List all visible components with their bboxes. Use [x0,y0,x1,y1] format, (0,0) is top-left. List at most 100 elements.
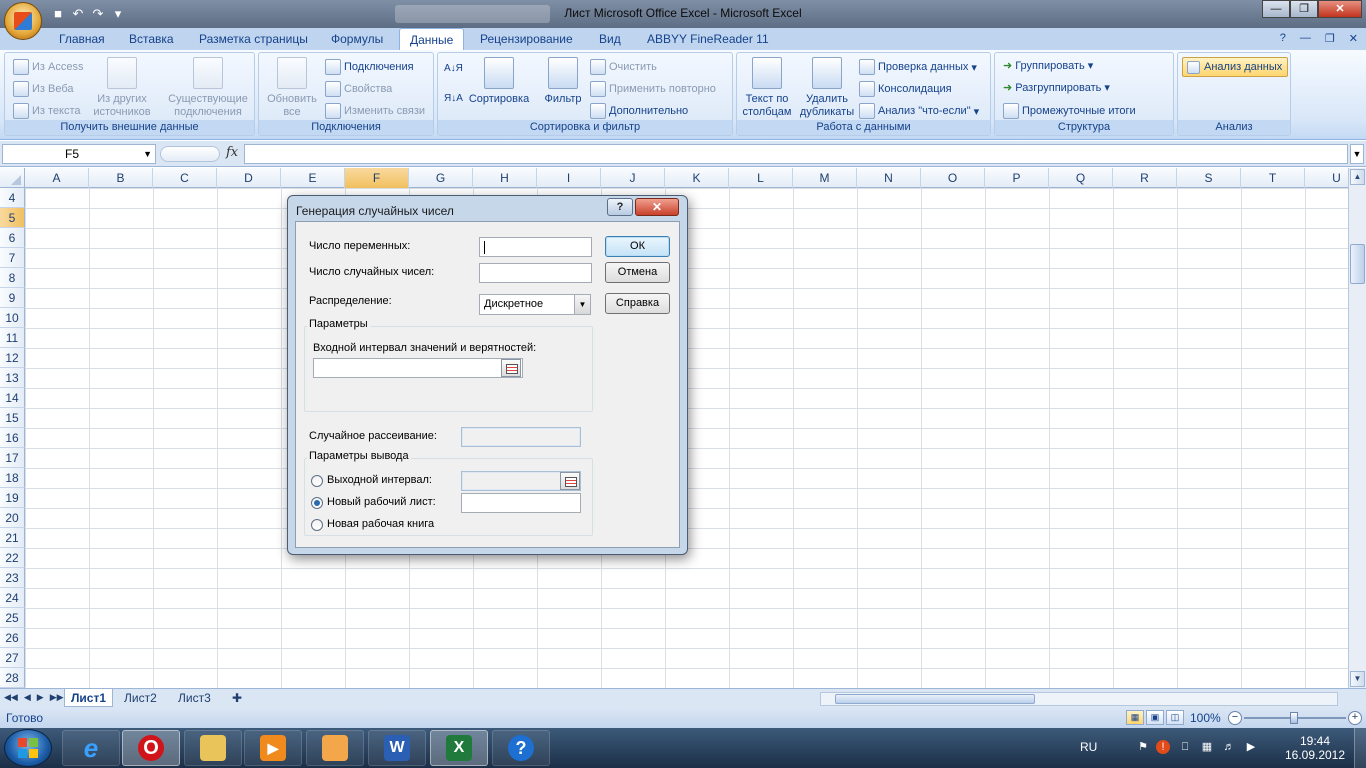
zoom-in-icon[interactable]: + [1348,711,1362,725]
row-header[interactable]: 26 [0,628,25,648]
ribbon-restore-icon[interactable]: ❐ [1325,32,1335,45]
column-header[interactable]: N [857,168,921,188]
tab-abbyy[interactable]: ABBYY FineReader 11 [647,32,769,46]
filter-button[interactable]: Фильтр [538,57,588,106]
from-access-button[interactable]: Из Access [13,59,83,75]
tab-view[interactable]: Вид [599,32,621,46]
office-button[interactable] [4,2,42,40]
zoom-slider[interactable]: − + [1228,711,1362,725]
sort-az-icon[interactable]: А↓Я [444,63,463,74]
prev-sheet-icon[interactable]: ◀ [24,692,31,703]
page-layout-view-icon[interactable]: ▣ [1146,710,1164,725]
sort-za-icon[interactable]: Я↓А [444,93,463,104]
vertical-scrollbar[interactable]: ▲ ▼ [1348,168,1366,688]
show-desktop-button[interactable] [1354,728,1366,768]
formula-input[interactable] [244,144,1348,164]
zoom-out-icon[interactable]: − [1228,711,1242,725]
row-header[interactable]: 11 [0,328,25,348]
select-all-corner[interactable] [0,168,25,188]
row-header[interactable]: 7 [0,248,25,268]
zoom-level[interactable]: 100% [1190,711,1221,725]
what-if-button[interactable]: Анализ "что-если" ▾ [859,103,979,119]
tab-formulas[interactable]: Формулы [331,32,383,46]
refresh-all-button[interactable]: Обновить все [261,57,323,119]
subtotal-button[interactable]: Промежуточные итоги [1003,103,1136,119]
row-header[interactable]: 12 [0,348,25,368]
tab-review[interactable]: Рецензирование [480,32,573,46]
new-book-radio[interactable] [311,519,323,531]
column-header[interactable]: J [601,168,665,188]
ribbon-close-icon[interactable]: ✕ [1349,32,1358,45]
alert-icon[interactable]: ! [1156,740,1170,754]
from-web-button[interactable]: Из Веба [13,81,74,97]
horizontal-scrollbar[interactable] [820,692,1338,706]
data-analysis-button[interactable]: Анализ данных [1182,57,1288,77]
flag-icon[interactable]: ⚑ [1136,740,1150,754]
help-button[interactable]: Справка [605,293,670,314]
taskbar-ie[interactable]: e [62,730,120,766]
row-header[interactable]: 13 [0,368,25,388]
tab-insert[interactable]: Вставка [129,32,174,46]
row-header[interactable]: 22 [0,548,25,568]
row-header[interactable]: 25 [0,608,25,628]
connections-button[interactable]: Подключения [325,59,414,75]
seed-input[interactable] [461,427,581,447]
row-header[interactable]: 6 [0,228,25,248]
ungroup-button[interactable]: ➜ Разгруппировать ▾ [1003,81,1110,95]
row-header[interactable]: 16 [0,428,25,448]
column-header[interactable]: U [1305,168,1348,188]
column-header[interactable]: E [281,168,345,188]
column-header[interactable]: A [25,168,89,188]
clear-filter-button[interactable]: Очистить [590,59,657,75]
from-other-sources-button[interactable]: Из других источников [89,57,155,119]
tab-data[interactable]: Данные [399,28,465,51]
properties-button[interactable]: Свойства [325,81,392,97]
consolidate-button[interactable]: Консолидация [859,81,952,97]
group-button[interactable]: ➜ Группировать ▾ [1003,59,1093,73]
tab-page-layout[interactable]: Разметка страницы [199,32,308,46]
ribbon-minimize-icon[interactable]: — [1300,32,1311,45]
num-random-input[interactable] [479,263,592,283]
start-button[interactable] [4,729,52,767]
volume-icon[interactable]: ♬ [1222,740,1236,754]
scroll-down-icon[interactable]: ▼ [1350,671,1365,687]
normal-view-icon[interactable]: ▦ [1126,710,1144,725]
show-hidden-icons-icon[interactable]: ▶ [1244,740,1258,754]
insert-function-icon[interactable]: fx [226,145,238,160]
restore-button[interactable]: ❐ [1290,0,1318,18]
row-header[interactable]: 15 [0,408,25,428]
row-header[interactable]: 19 [0,488,25,508]
column-header[interactable]: T [1241,168,1305,188]
row-header[interactable]: 14 [0,388,25,408]
cancel-button[interactable]: Отмена [605,262,670,283]
column-header[interactable]: P [985,168,1049,188]
column-header[interactable]: O [921,168,985,188]
next-sheet-icon[interactable]: ▶ [37,692,44,703]
row-header[interactable]: 10 [0,308,25,328]
zoom-knob[interactable] [1290,712,1298,724]
column-header[interactable]: K [665,168,729,188]
new-sheet-input[interactable] [461,493,581,513]
row-header[interactable]: 17 [0,448,25,468]
dialog-help-icon[interactable]: ? [607,198,633,216]
remove-duplicates-button[interactable]: Удалить дубликаты [797,57,857,119]
row-header[interactable]: 28 [0,668,25,688]
column-header[interactable]: H [473,168,537,188]
column-header[interactable]: F [345,168,409,188]
column-header[interactable]: C [153,168,217,188]
column-header[interactable]: M [793,168,857,188]
taskbar-excel[interactable]: X [430,730,488,766]
row-header[interactable]: 4 [0,188,25,208]
name-box[interactable]: F5 ▼ [2,144,156,164]
sort-button[interactable]: Сортировка [464,57,534,106]
dialog-close-icon[interactable]: ✕ [635,198,679,216]
taskbar-opera[interactable]: O [122,730,180,766]
expand-formula-bar-icon[interactable]: ▼ [1350,144,1364,164]
last-sheet-icon[interactable]: ▶▶ [50,692,64,703]
output-range-radio[interactable] [311,475,323,487]
taskbar-media[interactable]: ▶ [244,730,302,766]
sheet-tab-2[interactable]: Лист2 [118,689,163,707]
taskbar-paint[interactable] [306,730,364,766]
row-header[interactable]: 9 [0,288,25,308]
column-header[interactable]: Q [1049,168,1113,188]
